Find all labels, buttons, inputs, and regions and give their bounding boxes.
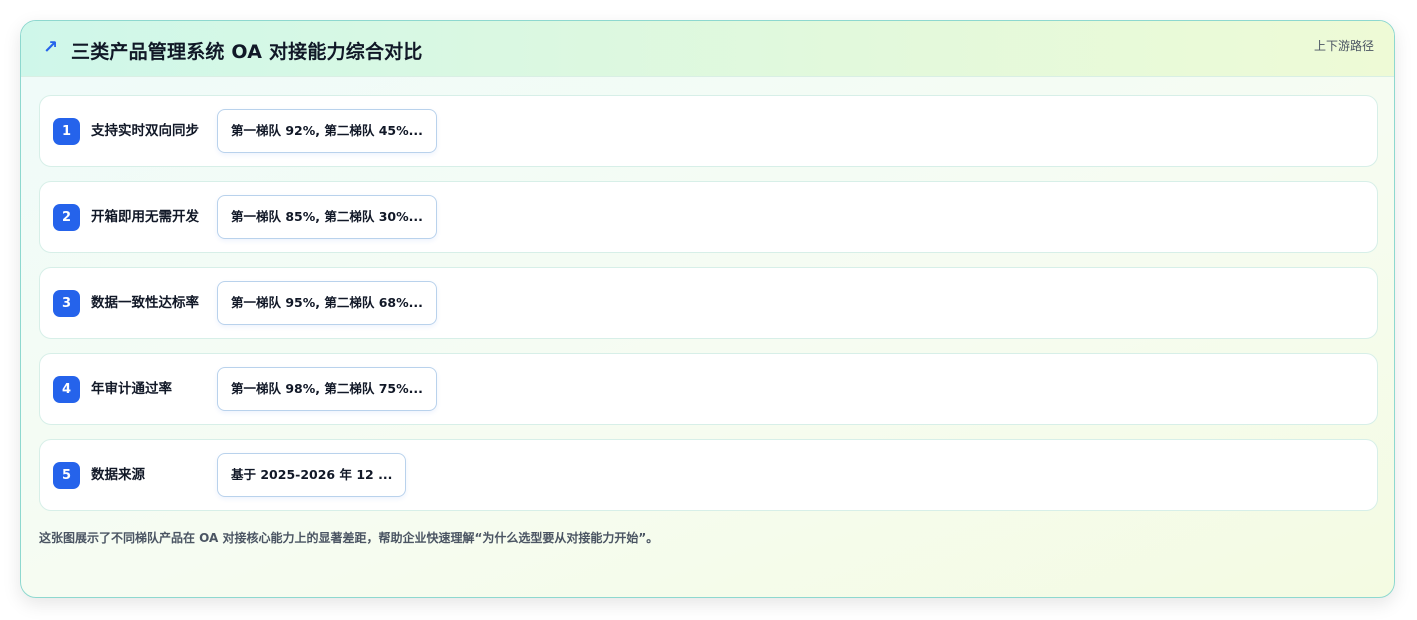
comparison-card: ↗ 三类产品管理系统 OA 对接能力综合对比 上下游路径 1 支持实时双向同步 … xyxy=(20,20,1395,598)
row-label: 数据一致性达标率 xyxy=(91,295,199,311)
row-label: 开箱即用无需开发 xyxy=(91,209,199,225)
index-badge: 3 xyxy=(53,290,80,317)
index-badge: 1 xyxy=(53,118,80,145)
list-item: 2 开箱即用无需开发 第一梯队 85%, 第二梯队 30%... xyxy=(39,181,1378,253)
page-title: 三类产品管理系统 OA 对接能力综合对比 xyxy=(71,41,423,63)
index-badge: 4 xyxy=(53,376,80,403)
list-item: 5 数据来源 基于 2025-2026 年 12 ... xyxy=(39,439,1378,511)
value-chip[interactable]: 第一梯队 92%, 第二梯队 45%... xyxy=(217,109,437,153)
list-item: 3 数据一致性达标率 第一梯队 95%, 第二梯队 68%... xyxy=(39,267,1378,339)
card-header: ↗ 三类产品管理系统 OA 对接能力综合对比 上下游路径 xyxy=(21,21,1394,77)
index-badge: 2 xyxy=(53,204,80,231)
row-label: 年审计通过率 xyxy=(91,381,172,397)
upstream-downstream-link[interactable]: 上下游路径 xyxy=(1314,37,1374,54)
value-chip[interactable]: 第一梯队 98%, 第二梯队 75%... xyxy=(217,367,437,411)
footnote: 这张图展示了不同梯队产品在 OA 对接核心能力上的显著差距，帮助企业快速理解“为… xyxy=(39,531,659,545)
value-chip[interactable]: 基于 2025-2026 年 12 ... xyxy=(217,453,407,497)
comparison-list: 1 支持实时双向同步 第一梯队 92%, 第二梯队 45%... 2 开箱即用无… xyxy=(39,95,1378,525)
row-label: 数据来源 xyxy=(91,467,145,483)
row-label: 支持实时双向同步 xyxy=(91,123,199,139)
list-item: 4 年审计通过率 第一梯队 98%, 第二梯队 75%... xyxy=(39,353,1378,425)
trend-arrow-icon: ↗ xyxy=(43,37,59,58)
value-chip[interactable]: 第一梯队 95%, 第二梯队 68%... xyxy=(217,281,437,325)
value-chip[interactable]: 第一梯队 85%, 第二梯队 30%... xyxy=(217,195,437,239)
index-badge: 5 xyxy=(53,462,80,489)
list-item: 1 支持实时双向同步 第一梯队 92%, 第二梯队 45%... xyxy=(39,95,1378,167)
